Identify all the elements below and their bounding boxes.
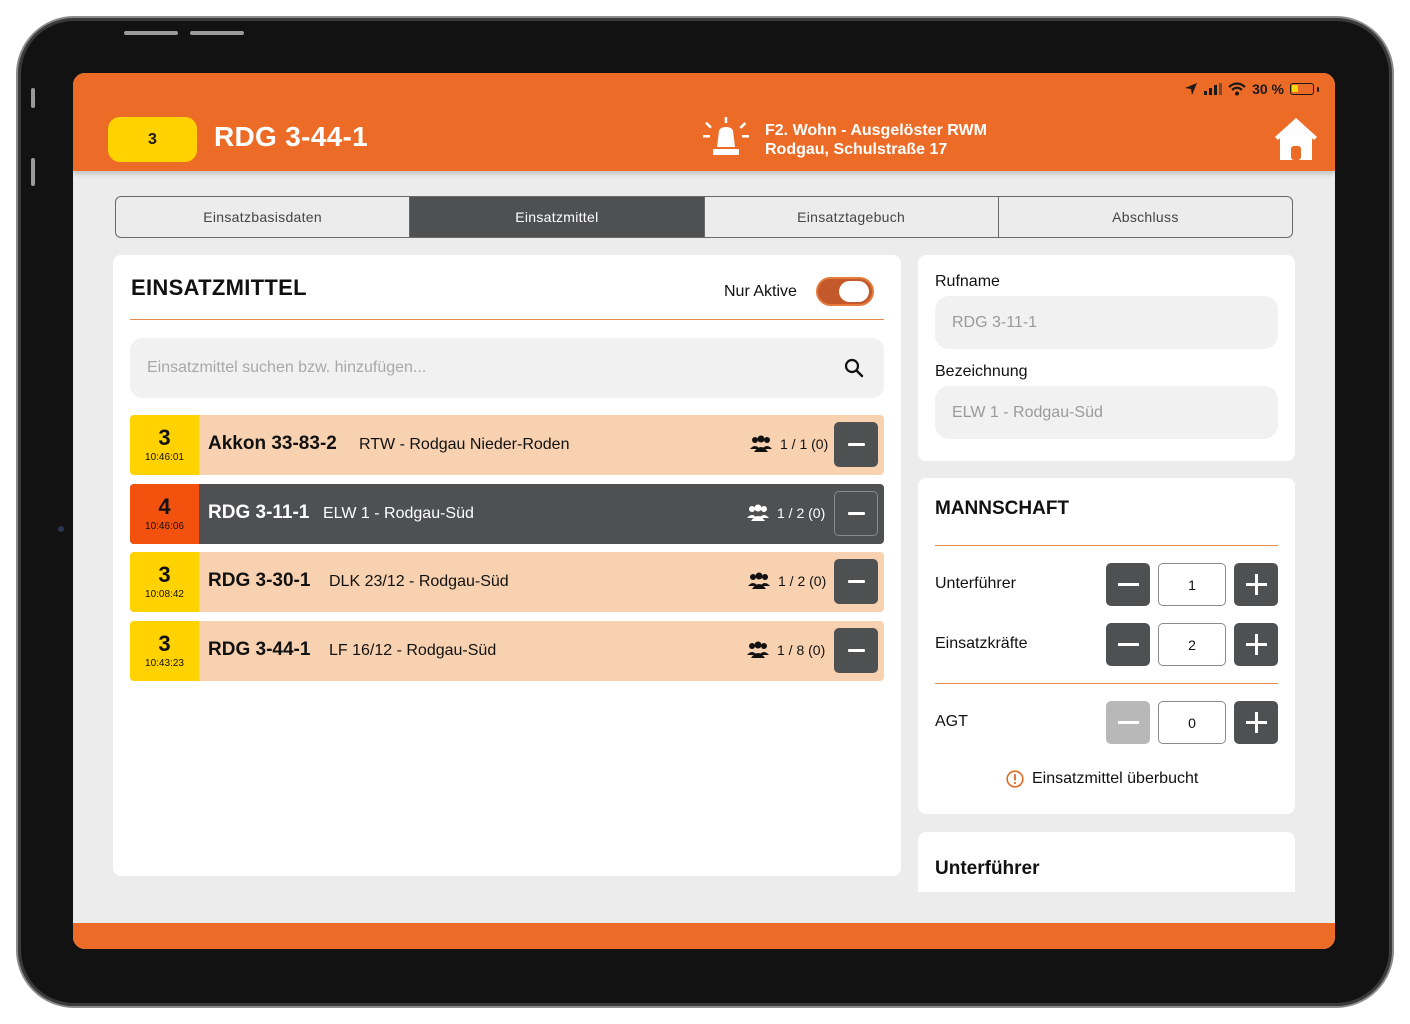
einsatzkraefte-label: Einsatzkräfte bbox=[935, 635, 1028, 652]
app-screen: 30 % 3 RDG 3-44-1 F2. Wohn - Ausgelöster… bbox=[73, 73, 1335, 949]
unterfuehrer-value[interactable]: 1 bbox=[1158, 563, 1226, 606]
bezeichnung-label: Bezeichnung bbox=[935, 363, 1028, 380]
siren-icon bbox=[703, 117, 749, 155]
details-panel: Rufname RDG 3-11-1 Bezeichnung ELW 1 - R… bbox=[918, 255, 1295, 461]
tab-abschluss[interactable]: Abschluss bbox=[999, 197, 1292, 237]
row-callsign: RDG 3-11-1 bbox=[208, 501, 310, 523]
tab-einsatzmittel[interactable]: Einsatzmittel bbox=[410, 197, 705, 237]
row-description: LF 16/12 - Rodgau-Süd bbox=[329, 641, 497, 659]
warning-icon bbox=[1006, 770, 1024, 788]
signal-icon bbox=[1204, 83, 1223, 95]
people-icon bbox=[750, 435, 772, 452]
agt-label: AGT bbox=[935, 713, 968, 730]
active-filter-toggle[interactable] bbox=[816, 277, 874, 306]
people-icon bbox=[748, 572, 770, 589]
remove-button[interactable] bbox=[834, 559, 878, 604]
einsatzmittel-list: 3 10:46:01 Akkon 33-83-2 RTW - Rodgau Ni… bbox=[130, 415, 884, 689]
row-description: ELW 1 - Rodgau-Süd bbox=[323, 504, 474, 522]
volume-button bbox=[124, 31, 178, 35]
list-item[interactable]: 4 10:46:06 RDG 3-11-1 ELW 1 - Rodgau-Süd… bbox=[130, 483, 884, 544]
row-callsign: RDG 3-30-1 bbox=[208, 570, 311, 591]
incident-info: F2. Wohn - Ausgelöster RWM Rodgau, Schul… bbox=[765, 121, 987, 159]
list-item[interactable]: 3 10:08:42 RDG 3-30-1 DLK 23/12 - Rodgau… bbox=[130, 552, 884, 612]
tab-einsatztagebuch[interactable]: Einsatztagebuch bbox=[705, 197, 999, 237]
status-badge: 3 bbox=[108, 117, 197, 162]
people-icon bbox=[747, 504, 769, 521]
unterfuehrer-increment-button[interactable] bbox=[1234, 563, 1278, 606]
row-status-time: 10:43:23 bbox=[145, 657, 184, 669]
row-status-code: 3 bbox=[158, 562, 171, 587]
app-header: 30 % 3 RDG 3-44-1 F2. Wohn - Ausgelöster… bbox=[73, 73, 1335, 171]
unterfuehrer-section-title: Unterführer bbox=[935, 858, 1040, 879]
status-bar: 30 % bbox=[1184, 80, 1319, 98]
rufname-field[interactable]: RDG 3-11-1 bbox=[935, 296, 1278, 349]
search-icon[interactable] bbox=[844, 358, 864, 378]
mannschaft-panel: MANNSCHAFT Unterführer 1 Einsatzkräfte 2… bbox=[918, 478, 1295, 814]
people-icon bbox=[747, 641, 769, 658]
search-input[interactable] bbox=[147, 338, 827, 398]
volume-button bbox=[190, 31, 244, 35]
row-callsign: RDG 3-44-1 bbox=[208, 638, 311, 660]
incident-keyword: F2. Wohn - Ausgelöster RWM bbox=[765, 122, 987, 139]
page-title: RDG 3-44-1 bbox=[214, 121, 368, 152]
einsatzkraefte-increment-button[interactable] bbox=[1234, 623, 1278, 666]
toggle-knob bbox=[839, 281, 869, 302]
side-button bbox=[31, 158, 35, 186]
battery-icon bbox=[1290, 83, 1319, 95]
row-status-badge: 3 10:43:23 bbox=[130, 620, 199, 681]
einsatzmittel-panel: EINSATZMITTEL Nur Aktive 3 10:46:01 Akko… bbox=[113, 255, 901, 876]
row-description: DLK 23/12 - Rodgau-Süd bbox=[329, 573, 509, 590]
warning-text: Einsatzmittel überbucht bbox=[1032, 770, 1199, 787]
wifi-icon bbox=[1228, 82, 1246, 96]
unterfuehrer-panel: Unterführer bbox=[918, 832, 1295, 892]
row-crew-count: 1 / 1 (0) bbox=[780, 436, 829, 452]
rufname-label: Rufname bbox=[935, 273, 1000, 290]
bezeichnung-field[interactable]: ELW 1 - Rodgau-Süd bbox=[935, 386, 1278, 439]
home-icon[interactable] bbox=[1273, 116, 1319, 160]
row-description: RTW - Rodgau Nieder-Roden bbox=[359, 436, 570, 453]
row-status-time: 10:08:42 bbox=[145, 589, 184, 600]
row-status-time: 10:46:06 bbox=[145, 520, 184, 532]
row-status-code: 3 bbox=[158, 425, 171, 450]
search-box bbox=[130, 338, 884, 398]
overbooked-warning: Einsatzmittel überbucht bbox=[1006, 770, 1198, 788]
mannschaft-title: MANNSCHAFT bbox=[935, 498, 1070, 519]
row-status-badge: 3 10:46:01 bbox=[130, 415, 199, 475]
agt-decrement-button[interactable] bbox=[1106, 701, 1150, 744]
row-crew-count: 1 / 2 (0) bbox=[777, 504, 826, 521]
agt-increment-button[interactable] bbox=[1234, 701, 1278, 744]
footer-bar bbox=[73, 923, 1335, 949]
battery-percent: 30 % bbox=[1252, 81, 1284, 97]
active-filter-label: Nur Aktive bbox=[724, 283, 797, 300]
remove-button[interactable] bbox=[834, 422, 878, 467]
tab-bar: Einsatzbasisdaten Einsatzmittel Einsatzt… bbox=[115, 196, 1293, 238]
einsatzkraefte-value[interactable]: 2 bbox=[1158, 623, 1226, 666]
side-button bbox=[31, 88, 35, 108]
row-status-badge: 3 10:08:42 bbox=[130, 552, 199, 612]
list-item[interactable]: 3 10:46:01 Akkon 33-83-2 RTW - Rodgau Ni… bbox=[130, 415, 884, 475]
divider bbox=[935, 683, 1278, 684]
divider bbox=[935, 545, 1278, 546]
row-status-code: 3 bbox=[158, 630, 171, 656]
row-callsign: Akkon 33-83-2 bbox=[208, 433, 337, 454]
row-status-badge: 4 10:46:06 bbox=[130, 483, 199, 544]
location-arrow-icon bbox=[1185, 83, 1198, 95]
agt-value[interactable]: 0 bbox=[1158, 701, 1226, 744]
remove-button[interactable] bbox=[834, 627, 878, 673]
row-status-code: 4 bbox=[158, 493, 171, 519]
divider bbox=[130, 319, 884, 320]
front-camera bbox=[58, 526, 64, 532]
row-crew-count: 1 / 8 (0) bbox=[777, 641, 826, 658]
incident-address: Rodgau, Schulstraße 17 bbox=[765, 141, 948, 158]
remove-button[interactable] bbox=[834, 490, 878, 536]
row-crew-count: 1 / 2 (0) bbox=[778, 573, 827, 589]
list-item[interactable]: 3 10:43:23 RDG 3-44-1 LF 16/12 - Rodgau-… bbox=[130, 620, 884, 681]
unterfuehrer-label: Unterführer bbox=[935, 575, 1016, 592]
panel-title: EINSATZMITTEL bbox=[131, 275, 307, 300]
unterfuehrer-decrement-button[interactable] bbox=[1106, 563, 1150, 606]
tab-einsatzbasisdaten[interactable]: Einsatzbasisdaten bbox=[116, 197, 411, 237]
row-status-time: 10:46:01 bbox=[145, 452, 184, 463]
einsatzkraefte-decrement-button[interactable] bbox=[1106, 623, 1150, 666]
